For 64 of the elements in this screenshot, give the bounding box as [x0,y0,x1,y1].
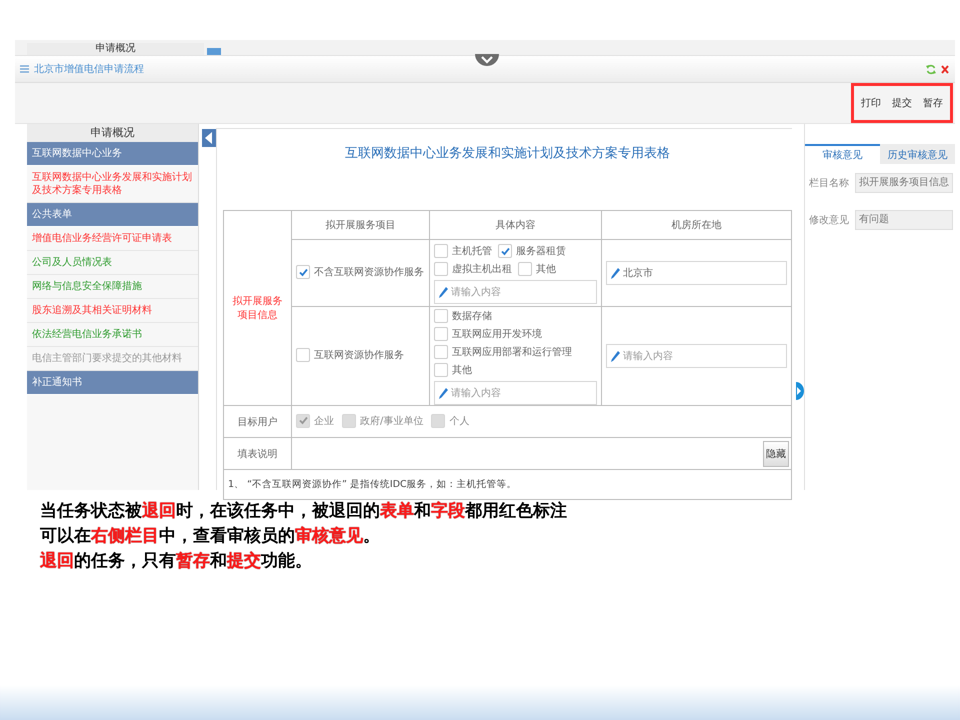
column-header: 具体内容 [430,210,602,240]
sidebar-group[interactable]: 互联网数据中心业务 [27,142,198,166]
hide-button[interactable]: 隐藏 [763,440,789,466]
sidebar-title: 申请概况 [27,124,198,142]
checkbox-label: 企业 [314,414,334,428]
pencil-icon [439,388,448,398]
field-label: 栏目名称 [808,176,850,190]
toolbar-button[interactable]: 打印 [858,94,884,112]
text-field[interactable]: 请输入内容 [434,381,597,405]
checkbox[interactable] [296,348,310,362]
checkbox[interactable] [434,309,448,323]
text-field[interactable]: 北京市 [606,261,787,285]
checkbox[interactable] [434,363,448,377]
checkbox-label: 互联网应用部署和运行管理 [452,346,572,359]
checkbox-label: 其他 [536,262,556,276]
text-field[interactable]: 拟开展服务项目信息 [855,173,953,193]
text-field[interactable]: 请输入内容 [434,280,597,304]
text-field[interactable]: 请输入内容 [606,344,787,368]
collapse-left-icon[interactable] [202,129,216,147]
checkbox-label: 互联网资源协作服务 [314,348,404,362]
pencil-icon [439,286,448,298]
close-icon[interactable] [941,64,949,74]
form-title: 互联网数据中心业务发展和实施计划及技术方案专用表格 [344,145,671,162]
collapse-tab[interactable] [207,48,221,55]
chevron-down-icon[interactable] [475,54,499,68]
pencil-icon [611,268,620,278]
note-text: 1、 “不含互联网资源协作” 是指传统IDC服务，如：主机托管等。 [224,470,792,500]
checkbox[interactable] [434,327,448,341]
checkbox-label: 政府/事业单位 [360,414,424,428]
text-field[interactable]: 有问题 [855,210,953,230]
caption-line: 当任务状态被退回时，在该任务中，被退回的表单和字段都用红色标注 [40,500,568,523]
column-header: 机房所在地 [602,210,792,240]
caption-line: 可以在右侧栏目 中，查看审核员的审核意见。 [40,525,381,548]
checkbox-label: 个人 [449,414,470,428]
expand-right-icon[interactable] [796,382,804,400]
field-label: 修改意见 [808,214,850,227]
toolbar-button[interactable]: 提交 [889,94,915,112]
refresh-icon[interactable] [926,64,936,74]
sidebar-title: 申请概况 [27,43,204,55]
row-header: 拟开展服务项目信息 [224,210,292,406]
checkbox[interactable] [434,244,448,258]
window-title: 北京市增值电信申请流程 [34,62,144,76]
sidebar-group[interactable]: 补正通知书 [27,371,198,395]
row-header: 填表说明 [224,438,292,470]
toolbar-button[interactable]: 暂存 [920,94,946,112]
checkbox-label: 虚拟主机出租 [452,262,512,276]
checkbox[interactable] [498,244,512,258]
checkbox-label: 数据存储 [452,310,492,323]
checkbox-label: 主机托管 [452,244,492,258]
row-header: 目标用户 [224,406,292,438]
checkbox[interactable] [518,262,532,276]
tab[interactable]: 历史审核意见 [880,144,955,164]
checkbox-label: 互联网应用开发环境 [452,328,542,341]
pencil-icon [611,350,620,362]
checkbox-label: 服务器租赁 [516,244,566,258]
checkbox[interactable] [434,345,448,359]
checkbox[interactable] [296,265,310,280]
caption-line: 退回的任务，只有暂存和提交功能。 [40,550,313,573]
checkbox[interactable] [434,262,448,276]
column-header: 拟开展服务项目 [292,210,430,240]
sidebar-group[interactable]: 公共表单 [27,203,198,227]
checkbox-label: 其他 [452,364,472,377]
menu-icon[interactable] [20,65,29,73]
checkbox-label: 不含互联网资源协作服务 [314,266,424,280]
